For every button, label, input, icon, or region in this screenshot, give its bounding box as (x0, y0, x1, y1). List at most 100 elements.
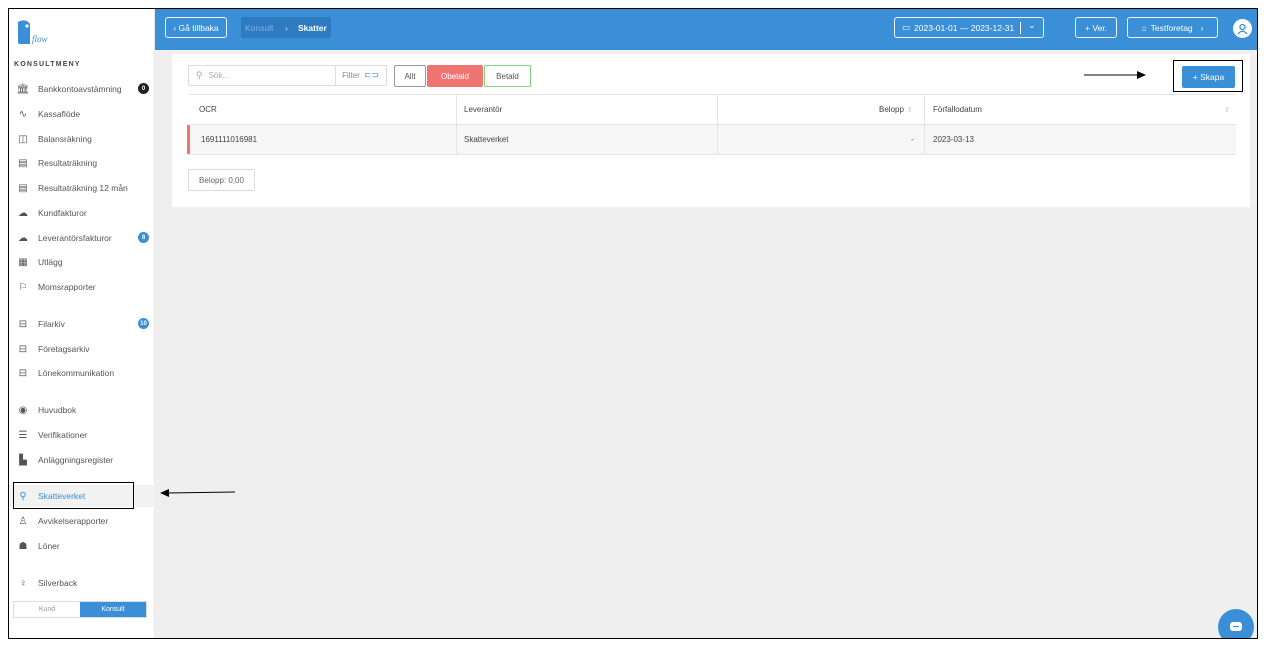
cell-belopp: - (911, 135, 914, 144)
column-leverantor[interactable]: Leverantör (464, 95, 502, 124)
sidebar-item-label: Löner (38, 541, 60, 551)
sidebar-item-loner[interactable]: ☗ Löner (9, 535, 155, 557)
sort-icon[interactable]: ⇕ (1221, 95, 1230, 124)
table-header: OCR Leverantör Belopp ⇕ Förfallodatum ⇕ (189, 95, 1236, 125)
flag-icon: ⚐ (18, 281, 28, 293)
annotation-arrow-right (1084, 71, 1146, 79)
company-selector[interactable]: ⌂ Testforetag › (1127, 17, 1218, 38)
user-avatar[interactable] (1233, 19, 1252, 38)
filter-chip-betald[interactable]: Betald (484, 65, 531, 87)
receipt-icon: ▦ (18, 256, 28, 268)
sidebar-item-label: Balansräkning (38, 134, 92, 144)
cloud-download-icon: ☁ (18, 232, 28, 244)
sidebar-item-foretagsarkiv[interactable]: ⊟ Företagsarkiv (9, 338, 155, 360)
sidebar-item-leverantorsfakturor[interactable]: ☁ Leverantörsfakturor 8 (9, 227, 155, 249)
search-icon: ⚲ (196, 70, 203, 80)
unpaid-indicator (187, 125, 190, 154)
count-badge: 8 (138, 232, 149, 243)
column-divider (717, 125, 718, 154)
chat-icon (1230, 622, 1242, 631)
cloud-upload-icon: ☁ (18, 207, 28, 219)
sidebar-item-kundfakturor[interactable]: ☁ Kundfakturor (9, 202, 155, 224)
toggle-icon: ⊂⊃ (363, 70, 379, 80)
sidebar-item-label: Momsrapporter (38, 282, 96, 292)
sidebar-item-balansrakning[interactable]: ◫ Balansräkning (9, 128, 155, 150)
table-row[interactable]: 1691111016981 Skatteverket - 2023-03-13 (187, 125, 1236, 155)
files-icon: ▙ (19, 454, 27, 466)
column-forfallodatum[interactable]: Förfallodatum (933, 95, 982, 124)
date-range-picker[interactable]: ▭ 2023-01-01 — 2023-12-31 ⌄ (894, 17, 1044, 38)
column-ocr[interactable]: OCR (199, 95, 217, 124)
column-belopp[interactable]: Belopp ⇕ (879, 95, 913, 124)
sidebar-item-label: Avvikelserapporter (38, 516, 109, 526)
document-icon: ▤ (18, 182, 28, 194)
sidebar-item-anlaggningsregister[interactable]: ▙ Anläggningsregister (9, 449, 155, 471)
tax-table: OCR Leverantör Belopp ⇕ Förfallodatum ⇕ … (187, 94, 1236, 155)
book-icon: ◫ (18, 133, 28, 145)
column-divider (456, 125, 457, 154)
svg-text:flow: flow (32, 34, 48, 44)
create-button[interactable]: + Skapa (1182, 66, 1235, 88)
filter-chip-allt[interactable]: Allt (394, 65, 426, 87)
sidebar-item-label: Kassaflöde (38, 109, 81, 119)
chat-button[interactable] (1218, 609, 1254, 638)
sidebar-item-label: Anläggningsregister (38, 455, 114, 465)
breadcrumb-skatter: Skatter (298, 22, 327, 33)
app-logo[interactable]: flow (16, 18, 56, 46)
breadcrumb-konsult[interactable]: Konsult (245, 17, 273, 38)
sidebar-item-verifikationer[interactable]: ☰ Verifikationer (9, 424, 155, 446)
sidebar-item-avvikelserapporter[interactable]: ♙ Avvikelserapporter (9, 510, 155, 532)
sidebar-item-silverback[interactable]: ♀ Silverback (9, 572, 155, 594)
sidebar-item-label: Företagsarkiv (38, 344, 90, 354)
column-divider (924, 95, 925, 124)
bank-icon: 🏛 (16, 83, 30, 95)
sidebar-item-bankkontoavstamning[interactable]: 🏛 Bankkontoavstämning 0 (9, 78, 155, 100)
filter-button[interactable]: Filter ⊂⊃ (335, 65, 387, 86)
chevron-right-icon: › (1200, 22, 1204, 33)
divider (1020, 22, 1021, 34)
archive-icon: ⊟ (18, 318, 28, 330)
sidebar-item-label: Verifikationer (38, 430, 88, 440)
toggle-konsult[interactable]: Konsult (80, 602, 146, 617)
sidebar-item-kassaflode[interactable]: ∿ Kassaflöde (9, 103, 155, 125)
archive-icon: ⊟ (18, 343, 28, 355)
annotation-arrow-left (160, 489, 236, 497)
sort-icon: ⇕ (906, 106, 913, 114)
sidebar-item-label: Resultaträkning 12 mån (38, 183, 128, 193)
sidebar-item-lonekommunikation[interactable]: ⊟ Lönekommunikation (9, 362, 155, 384)
cell-ocr: 1691111016981 (201, 135, 258, 144)
calendar-icon: ▭ (902, 22, 911, 32)
eye-icon: ◉ (18, 404, 28, 416)
pulse-icon: ∿ (18, 108, 28, 120)
highlight-box-skatteverket (13, 482, 134, 509)
count-badge: 10 (138, 318, 149, 329)
company-label: Testforetag (1150, 22, 1193, 33)
sidebar-item-label: Leverantörsfakturor (38, 233, 112, 243)
filter-chip-obetald[interactable]: Obetald (427, 65, 483, 87)
sidebar-item-label: Utlägg (38, 257, 63, 267)
search-placeholder: Sök... (208, 71, 230, 80)
back-button[interactable]: ‹ Gå tillbaka (165, 17, 227, 38)
sidebar-item-label: Silverback (38, 578, 78, 588)
sidebar-item-resultatrakning-12[interactable]: ▤ Resultaträkning 12 mån (9, 177, 155, 199)
sidebar-item-resultatrakning[interactable]: ▤ Resultaträkning (9, 152, 155, 174)
sidebar-item-label: Kundfakturor (38, 208, 87, 218)
search-input[interactable]: ⚲ Sök... (188, 65, 336, 86)
sidebar-item-filarkiv[interactable]: ⊟ Filarkiv 10 (9, 313, 155, 335)
column-divider (717, 95, 718, 124)
sidebar-item-momsrapporter[interactable]: ⚐ Momsrapporter (9, 276, 155, 298)
sidebar-item-label: Resultaträkning (38, 158, 98, 168)
chevron-down-icon: ⌄ (1028, 20, 1036, 30)
toggle-kund[interactable]: Kund (14, 602, 80, 617)
app-frame: flow KONSULTMENY 🏛 Bankkontoavstämning 0… (8, 8, 1258, 639)
sidebar-item-label: Lönekommunikation (38, 368, 115, 378)
role-toggle: Kund Konsult (13, 601, 147, 618)
column-belopp-label: Belopp (879, 105, 904, 114)
sidebar-item-utlagg[interactable]: ▦ Utlägg (9, 251, 155, 273)
building-icon: ⌂ (1141, 22, 1147, 33)
add-verification-button[interactable]: + Ver. (1075, 17, 1117, 38)
sidebar-item-huvudbok[interactable]: ◉ Huvudbok (9, 399, 155, 421)
hand-coin-icon: ☗ (18, 540, 28, 552)
date-range-value: 2023-01-01 — 2023-12-31 (914, 22, 1015, 33)
cell-forfallodatum: 2023-03-13 (933, 135, 974, 144)
